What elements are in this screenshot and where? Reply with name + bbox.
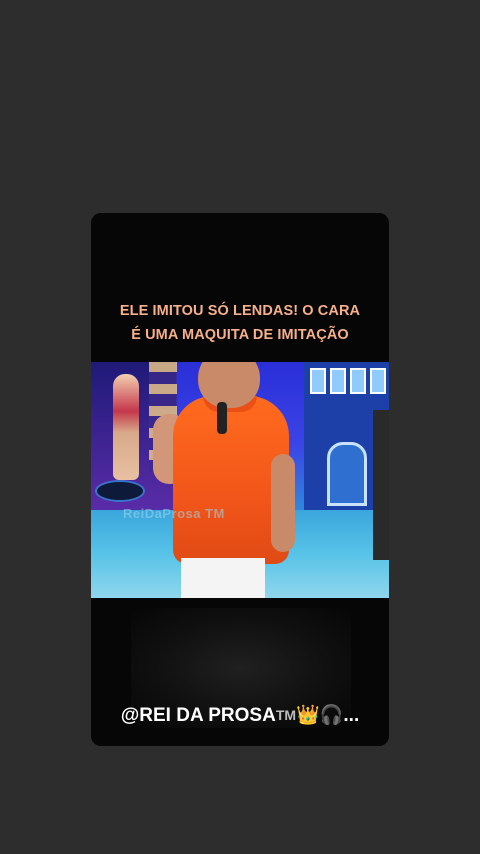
background-person — [373, 410, 389, 560]
caption-line-2: É UMA MAQUITA DE IMITAÇÃO — [131, 327, 349, 343]
handle-text: @REI DA PROSA — [120, 705, 276, 726]
caption-line-1: ELE IMITOU SÓ LENDAS! O CARA — [119, 303, 361, 319]
profile-handle[interactable]: @REI DA PROSATM👑🎧... — [91, 703, 389, 727]
video-watermark: ReiDaProsa TM — [123, 506, 225, 521]
stage-door — [327, 442, 367, 506]
headphones-icon: 🎧 — [319, 705, 344, 726]
dancer-pedestal — [95, 480, 145, 502]
crown-icon: 👑 — [296, 705, 320, 726]
singer-arm-right — [271, 454, 295, 552]
trademark-mark: TM — [275, 707, 297, 723]
story-caption: ELE IMITOU SÓ LENDAS! O CARA É UMA MAQUI… — [91, 299, 389, 347]
story-card[interactable]: ELE IMITOU SÓ LENDAS! O CARA É UMA MAQUI… — [91, 213, 389, 746]
dancer-figure — [113, 374, 139, 480]
video-frame[interactable]: ReiDaProsa TM — [91, 362, 389, 598]
handle-ellipsis: ... — [343, 705, 360, 726]
microphone-icon — [217, 402, 227, 434]
singer-pants — [181, 558, 265, 598]
